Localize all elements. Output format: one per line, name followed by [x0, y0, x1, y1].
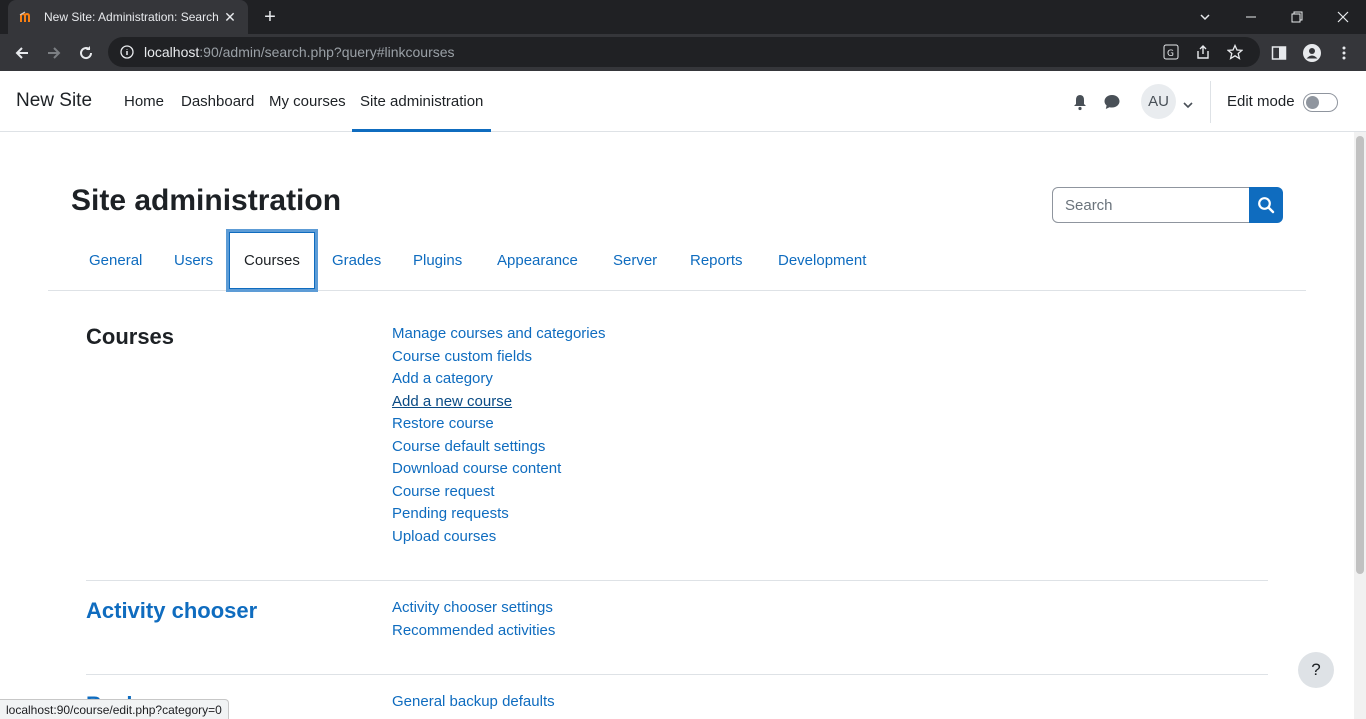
admin-tabs: General Users Courses Grades Plugins App…	[48, 229, 1306, 292]
notifications-bell-icon[interactable]	[1071, 93, 1089, 111]
side-panel-icon[interactable]	[1270, 44, 1288, 62]
share-icon[interactable]	[1194, 43, 1212, 61]
site-navbar: New Site Home Dashboard My courses Site …	[0, 71, 1366, 132]
tab-users[interactable]: Users	[158, 229, 229, 291]
link-upload-courses[interactable]: Upload courses	[392, 526, 605, 549]
link-recommended-activities[interactable]: Recommended activities	[392, 620, 555, 643]
page-scrollbar[interactable]	[1354, 132, 1366, 719]
tab-plugins[interactable]: Plugins	[397, 229, 478, 291]
edit-mode-toggle[interactable]	[1303, 93, 1338, 112]
link-add-a-new-course[interactable]: Add a new course	[392, 391, 605, 414]
back-icon[interactable]	[9, 40, 35, 66]
tab-title: New Site: Administration: Search	[44, 10, 219, 24]
section-divider	[86, 580, 1268, 581]
url-host: localhost	[144, 44, 200, 60]
nav-site-administration[interactable]: Site administration	[352, 93, 492, 132]
tab-development[interactable]: Development	[762, 229, 882, 291]
edit-mode-label: Edit mode	[1227, 93, 1295, 110]
moodle-favicon-icon	[19, 11, 30, 22]
section-heading-courses: Courses	[86, 324, 175, 349]
activity-chooser-links: Activity chooser settings Recommended ac…	[392, 597, 555, 642]
link-manage-courses-and-categories[interactable]: Manage courses and categories	[392, 323, 605, 346]
new-tab-icon[interactable]: +	[258, 5, 282, 29]
link-download-course-content[interactable]: Download course content	[392, 458, 605, 481]
section-heading-activity-chooser[interactable]: Activity chooser	[86, 598, 257, 624]
courses-links: Manage courses and categories Course cus…	[392, 323, 605, 548]
restore-icon[interactable]	[1274, 0, 1320, 34]
tab-search-icon[interactable]	[1182, 0, 1228, 34]
tab-courses[interactable]: Courses	[226, 229, 318, 292]
site-info-icon[interactable]	[120, 45, 134, 59]
forward-icon[interactable]	[41, 40, 67, 66]
url-text: localhost:90/admin/search.php?query#link…	[144, 44, 455, 60]
admin-search-input[interactable]	[1052, 187, 1250, 223]
browser-tab-bar: New Site: Administration: Search ✕ +	[0, 0, 1366, 34]
help-button[interactable]: ?	[1298, 652, 1334, 688]
tab-close-icon[interactable]: ✕	[222, 9, 238, 26]
link-activity-chooser-settings[interactable]: Activity chooser settings	[392, 597, 555, 620]
browser-menu-icon[interactable]	[1335, 44, 1353, 62]
translate-icon[interactable]: G	[1162, 43, 1180, 61]
link-course-default-settings[interactable]: Course default settings	[392, 436, 605, 459]
profile-icon[interactable]	[1302, 43, 1322, 63]
bookmark-star-icon[interactable]	[1226, 43, 1244, 61]
navbar-divider	[1210, 81, 1211, 123]
backups-links: General backup defaults	[392, 691, 555, 714]
page-title: Site administration	[71, 184, 342, 217]
reload-icon[interactable]	[73, 40, 99, 66]
browser-toolbar: localhost:90/admin/search.php?query#link…	[0, 34, 1366, 71]
site-brand[interactable]: New Site	[16, 90, 92, 112]
user-avatar[interactable]: AU	[1141, 84, 1176, 119]
nav-my-courses[interactable]: My courses	[269, 93, 346, 110]
tab-grades[interactable]: Grades	[316, 229, 397, 291]
link-pending-requests[interactable]: Pending requests	[392, 503, 605, 526]
messages-chat-icon[interactable]	[1103, 93, 1121, 111]
tab-reports[interactable]: Reports	[674, 229, 759, 291]
url-path: :90/admin/search.php?query#linkcourses	[199, 44, 455, 60]
toggle-knob	[1306, 96, 1319, 109]
tab-server[interactable]: Server	[597, 229, 673, 291]
tab-appearance[interactable]: Appearance	[481, 229, 594, 291]
link-general-backup-defaults[interactable]: General backup defaults	[392, 691, 555, 714]
link-add-a-category[interactable]: Add a category	[392, 368, 605, 391]
svg-text:G: G	[1167, 49, 1174, 59]
browser-tab[interactable]: New Site: Administration: Search ✕	[8, 0, 248, 34]
link-course-custom-fields[interactable]: Course custom fields	[392, 346, 605, 369]
nav-dashboard[interactable]: Dashboard	[181, 93, 254, 110]
address-bar[interactable]: localhost:90/admin/search.php?query#link…	[108, 37, 1260, 67]
tab-general[interactable]: General	[73, 229, 158, 291]
minimize-icon[interactable]	[1228, 0, 1274, 34]
section-divider	[86, 674, 1268, 675]
link-course-request[interactable]: Course request	[392, 481, 605, 504]
search-icon	[1258, 197, 1275, 214]
user-menu-chevron-down-icon[interactable]	[1182, 97, 1194, 109]
close-window-icon[interactable]	[1320, 0, 1366, 34]
link-restore-course[interactable]: Restore course	[392, 413, 605, 436]
scrollbar-thumb[interactable]	[1356, 136, 1364, 574]
admin-search-button[interactable]	[1249, 187, 1283, 223]
nav-home[interactable]: Home	[124, 93, 164, 110]
browser-status-url: localhost:90/course/edit.php?category=0	[0, 699, 229, 719]
